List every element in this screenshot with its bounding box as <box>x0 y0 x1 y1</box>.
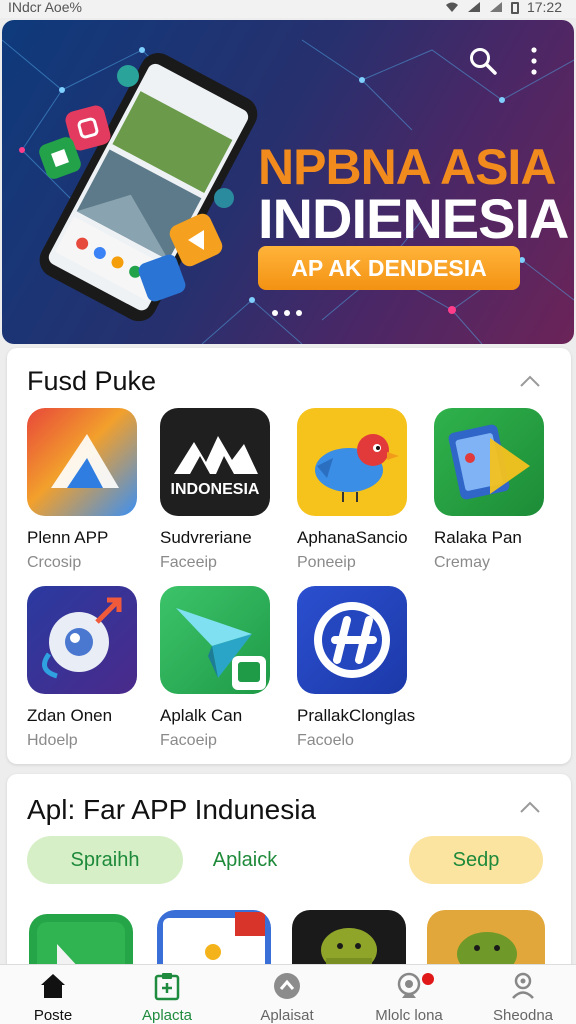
app-name: Zdan Onen <box>27 706 113 725</box>
app-name: PrallakClonglas <box>297 706 416 725</box>
nav-label: Aplaisat <box>260 1007 314 1024</box>
app-subtitle: Facoelo <box>297 732 354 749</box>
app-name: Sudvreriane <box>160 528 252 547</box>
notification-badge <box>422 973 434 985</box>
app-name: AphanaSancio <box>297 528 408 547</box>
app-subtitle: Faceeip <box>160 554 217 571</box>
hero-cta-button[interactable]: AP AK DENDESIA <box>258 246 520 290</box>
featured-apps-card: Fusd Puke Plenn APP Crcosip INDONESIA Su… <box>7 348 571 764</box>
chevron-circle-icon <box>274 973 300 999</box>
app-name: Ralaka Pan <box>434 528 522 547</box>
person-settings-icon <box>512 972 534 999</box>
webcam-icon <box>397 972 421 998</box>
battery-icon <box>510 1 519 14</box>
android-icon[interactable] <box>292 910 406 970</box>
icon-wordmark: INDONESIA <box>171 481 260 498</box>
phone-illustration <box>39 53 258 322</box>
maps-triangle-icon <box>27 408 137 516</box>
more-vert-icon[interactable] <box>522 44 546 78</box>
app-subtitle: Hdoelp <box>27 732 78 749</box>
paper-plane-icon <box>160 586 270 694</box>
hero-banner[interactable]: NPBNA ASIA INDIENESIA AP AK DENDESIA <box>2 20 574 344</box>
indonesia-apps-card: Apl: Far APP Indunesia Spraihh Aplaick S… <box>7 774 571 974</box>
app-subtitle: Cremay <box>434 554 491 571</box>
blue-bird-icon <box>297 408 407 516</box>
nav-item-settings[interactable]: Sheodna <box>468 971 576 1024</box>
filter-chip[interactable]: Sedp <box>409 836 543 884</box>
app-item[interactable]: Ralaka Pan Cremay <box>434 408 564 572</box>
chevron-up-icon[interactable] <box>519 374 541 388</box>
app-item[interactable]: AphanaSancio Poneeip <box>297 408 427 572</box>
section-title: Apl: Far APP Indunesia <box>27 794 316 825</box>
tablet-play-icon <box>434 408 544 516</box>
nav-item-explore[interactable]: Aplaisat <box>232 971 342 1024</box>
app-subtitle: Facoeip <box>160 732 217 749</box>
signal-icon-2 <box>489 2 502 12</box>
app-name: Plenn APP <box>27 528 109 547</box>
app-subtitle: Poneeip <box>297 554 356 571</box>
nav-label: Mlolc lona <box>375 1007 443 1024</box>
status-time: 17:22 <box>526 0 562 15</box>
hero-title-line2: INDIENESIA <box>258 187 569 250</box>
indonesia-mountain-icon: INDONESIA <box>160 408 270 516</box>
status-carrier: INdcr Aoe% <box>8 0 82 15</box>
app-subtitle: Crcosip <box>27 554 82 571</box>
filter-chip[interactable]: Aplaick <box>197 836 293 884</box>
h-circle-icon <box>297 586 407 694</box>
wifi-icon <box>445 2 458 12</box>
status-bar: INdcr Aoe% 17:22 <box>0 0 576 18</box>
app-tile[interactable] <box>29 914 133 970</box>
chevron-up-icon[interactable] <box>519 800 541 814</box>
app-item[interactable]: INDONESIA Sudvreriane Faceeip <box>160 408 290 572</box>
search-icon[interactable] <box>468 46 498 76</box>
section-title: Fusd Puke <box>27 366 157 396</box>
app-name: Aplalk Can <box>160 706 243 725</box>
bottom-navigation: Poste Aplacta Aplaisat Mlolc lona Sheodn… <box>0 964 576 1024</box>
app-item[interactable]: Plenn APP Crcosip <box>27 408 157 572</box>
status-right: 17:22 <box>445 0 562 15</box>
home-icon <box>41 974 65 998</box>
clipboard-icon <box>154 973 180 1001</box>
android-icon[interactable] <box>427 910 545 970</box>
nav-label: Sheodna <box>492 1007 554 1024</box>
app-item[interactable]: PrallakClonglas Facoelo <box>297 586 427 750</box>
app-item[interactable]: Aplalk Can Facoeip <box>160 586 290 750</box>
filter-chip[interactable]: Spraihh <box>27 836 183 884</box>
nav-item-apps[interactable]: Aplacta <box>112 971 222 1024</box>
nav-label: Aplacta <box>141 1007 193 1024</box>
app-item[interactable]: Zdan Onen Hdoelp <box>27 586 157 750</box>
nav-item-media[interactable]: Mlolc lona <box>354 971 464 1024</box>
eye-arrow-icon <box>27 586 137 694</box>
nav-label: Poste <box>33 1007 73 1024</box>
carousel-dots[interactable] <box>272 310 302 316</box>
signal-icon <box>467 2 480 12</box>
nav-item-home[interactable]: Poste <box>0 971 108 1024</box>
app-tile[interactable] <box>157 910 271 970</box>
